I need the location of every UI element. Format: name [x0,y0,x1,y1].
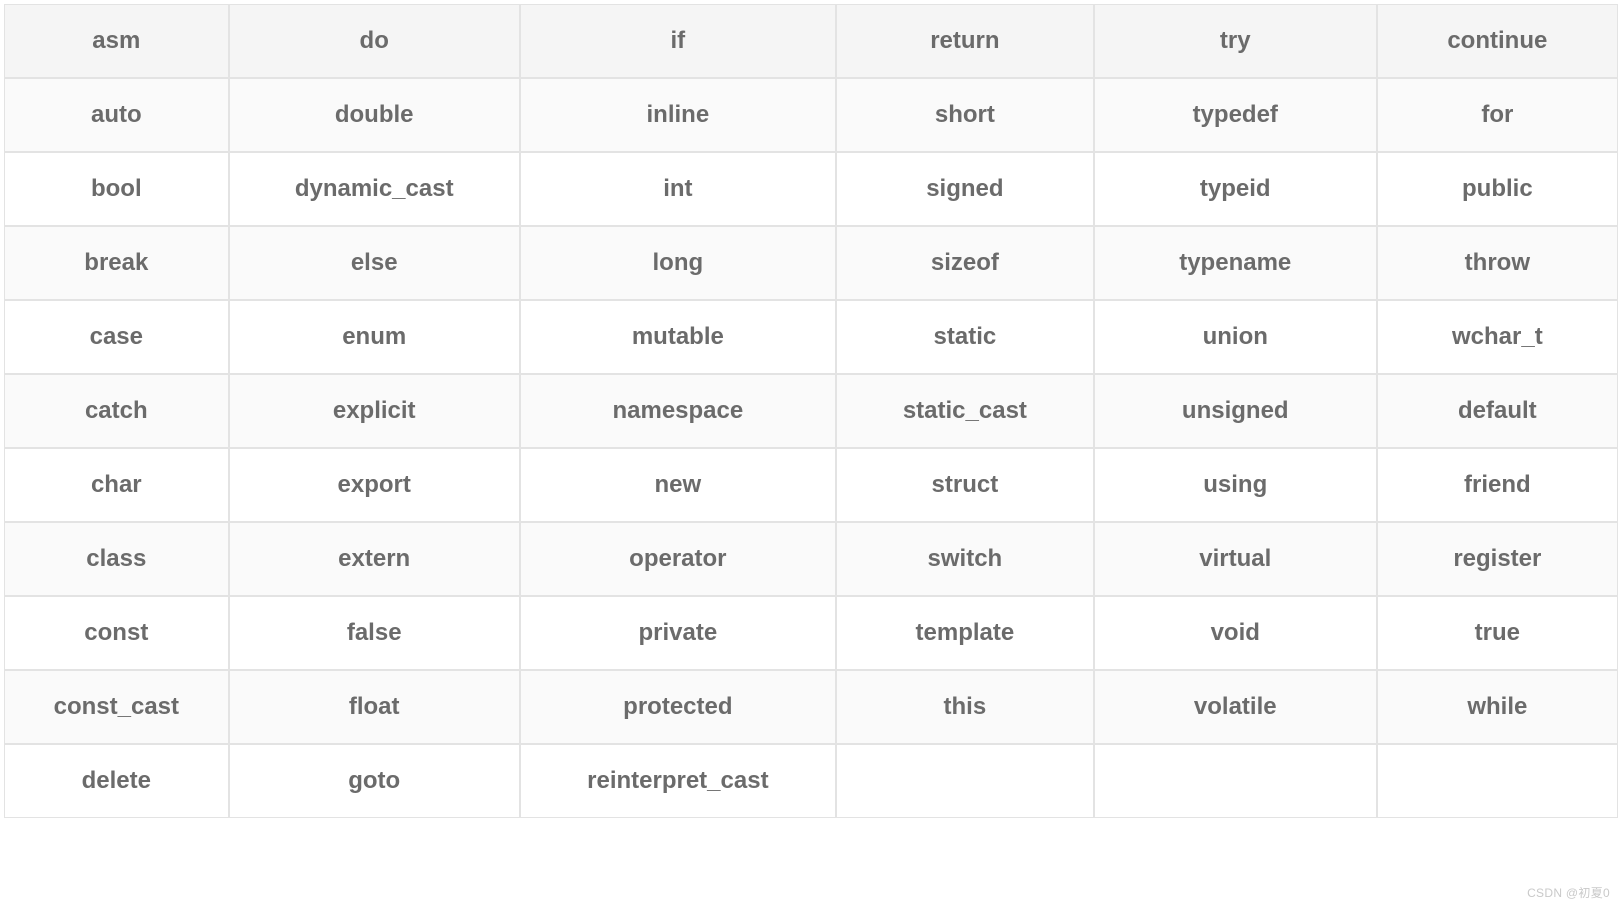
table-cell [836,744,1094,818]
table-cell: true [1377,596,1618,670]
table-cell: default [1377,374,1618,448]
table-cell [1094,744,1377,818]
table-cell: case [4,300,229,374]
table-header-row: asm do if return try continue [4,4,1618,78]
table-row: case enum mutable static union wchar_t [4,300,1618,374]
table-cell: false [229,596,520,670]
table-cell: const [4,596,229,670]
table-cell: explicit [229,374,520,448]
table-cell: protected [520,670,836,744]
table-cell: static [836,300,1094,374]
table-header-cell: try [1094,4,1377,78]
table-cell: double [229,78,520,152]
table-row: class extern operator switch virtual reg… [4,522,1618,596]
table-row: const false private template void true [4,596,1618,670]
table-cell: for [1377,78,1618,152]
table-cell: typedef [1094,78,1377,152]
table-cell: typename [1094,226,1377,300]
table-cell: short [836,78,1094,152]
table-cell: switch [836,522,1094,596]
table-cell: int [520,152,836,226]
table-cell: static_cast [836,374,1094,448]
table-cell: dynamic_cast [229,152,520,226]
table-cell: struct [836,448,1094,522]
table-cell: union [1094,300,1377,374]
watermark: CSDN @初夏0 [1527,884,1610,901]
table-cell: else [229,226,520,300]
table-row: break else long sizeof typename throw [4,226,1618,300]
table-cell: virtual [1094,522,1377,596]
table-row: delete goto reinterpret_cast [4,744,1618,818]
table-cell: wchar_t [1377,300,1618,374]
table-cell: while [1377,670,1618,744]
table-cell: volatile [1094,670,1377,744]
table-cell: this [836,670,1094,744]
table-cell: char [4,448,229,522]
table-cell: private [520,596,836,670]
table-cell: unsigned [1094,374,1377,448]
keyword-table: asm do if return try continue auto doubl… [4,4,1618,818]
table-header-cell: do [229,4,520,78]
table-cell: extern [229,522,520,596]
table-cell: const_cast [4,670,229,744]
table-cell: delete [4,744,229,818]
table-cell: class [4,522,229,596]
table-cell: export [229,448,520,522]
table-body: auto double inline short typedef for boo… [4,78,1618,818]
table-row: const_cast float protected this volatile… [4,670,1618,744]
table-cell: auto [4,78,229,152]
table-cell: new [520,448,836,522]
table-row: char export new struct using friend [4,448,1618,522]
table-header-cell: asm [4,4,229,78]
table-cell: namespace [520,374,836,448]
table-header-cell: if [520,4,836,78]
table-cell: enum [229,300,520,374]
table-cell: friend [1377,448,1618,522]
table-cell: typeid [1094,152,1377,226]
table-cell: template [836,596,1094,670]
table-row: bool dynamic_cast int signed typeid publ… [4,152,1618,226]
table-cell: public [1377,152,1618,226]
table-cell: mutable [520,300,836,374]
table-cell: catch [4,374,229,448]
table-cell: void [1094,596,1377,670]
table-cell: using [1094,448,1377,522]
table-header-cell: continue [1377,4,1618,78]
table-cell: signed [836,152,1094,226]
table-cell [1377,744,1618,818]
table-cell: sizeof [836,226,1094,300]
table-cell: reinterpret_cast [520,744,836,818]
table-cell: float [229,670,520,744]
table-cell: break [4,226,229,300]
table-cell: operator [520,522,836,596]
table-header-cell: return [836,4,1094,78]
table-cell: register [1377,522,1618,596]
table-cell: bool [4,152,229,226]
table-cell: throw [1377,226,1618,300]
table-cell: inline [520,78,836,152]
table-row: catch explicit namespace static_cast uns… [4,374,1618,448]
table-row: auto double inline short typedef for [4,78,1618,152]
table-cell: long [520,226,836,300]
table-cell: goto [229,744,520,818]
